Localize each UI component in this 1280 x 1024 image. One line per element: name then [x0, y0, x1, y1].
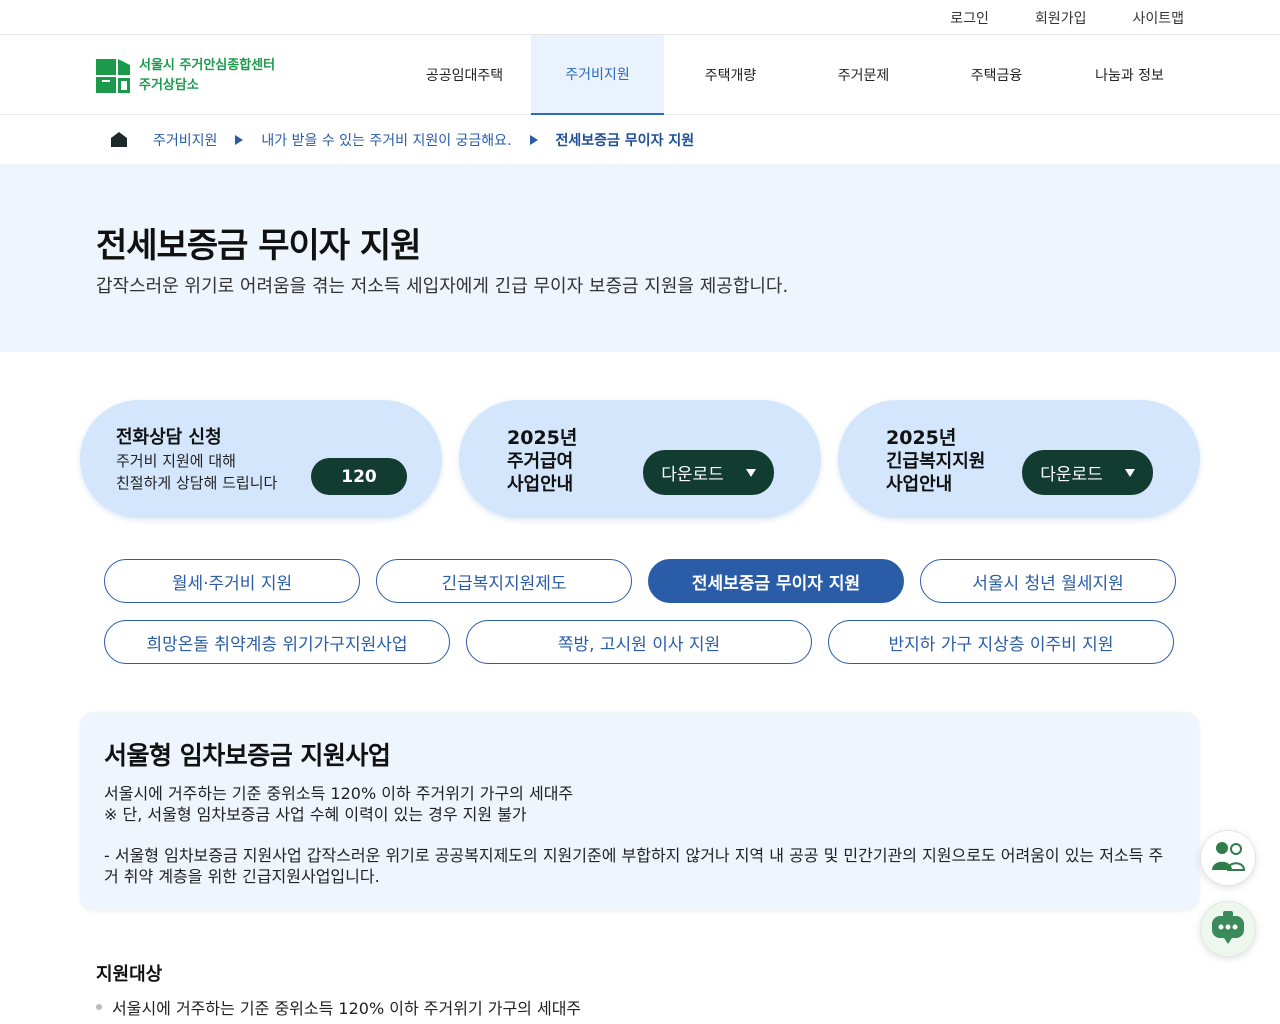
tab-jjokbang-moving[interactable]: 쪽방, 고시원 이사 지원: [466, 620, 812, 664]
support-tabs-row2: 희망온돌 취약계층 위기가구지원사업 쪽방, 고시원 이사 지원 반지하 가구 …: [104, 620, 1174, 664]
breadcrumb: 주거비지원 내가 받을 수 있는 주거비 지원이 궁금해요. 전세보증금 무이자…: [0, 115, 1280, 164]
welfare-support-line2: 사업안내: [886, 474, 953, 495]
site-logo[interactable]: 서울시 주거안심종합센터 주거상담소: [96, 56, 275, 96]
support-tabs-row1: 월세·주거비 지원 긴급복지지원제도 전세보증금 무이자 지원 서울시 청년 월…: [104, 559, 1176, 603]
caret-down-icon: [745, 468, 756, 477]
phone-consult-desc-line1: 주거비 지원에 대해: [116, 452, 236, 470]
list-item: 서울시에 거주하는 기준 중위소득 120% 이하 주거위기 가구의 세대주: [96, 995, 581, 1019]
housing-benefit-line2: 사업안내: [507, 474, 574, 495]
program-summary: - 서울형 임차보증금 지원사업 갑작스러운 위기로 공공복지제도의 지원기준에…: [104, 846, 1164, 886]
welfare-support-card: 2025년 긴급복지지원 사업안내 다운로드: [838, 400, 1200, 518]
page-title: 전세보증금 무이자 지원: [96, 226, 421, 266]
logo-line1: 서울시 주거안심종합센터: [139, 58, 276, 73]
page-description: 갑작스러운 위기로 어려움을 겪는 저소득 세입자에게 긴급 무이자 보증금 지…: [96, 276, 789, 297]
nav-housing-cost[interactable]: 주거비지원: [531, 35, 664, 115]
utility-bar: 로그인 회원가입 사이트맵: [0, 0, 1280, 35]
logo-line2: 주거상담소: [139, 78, 199, 93]
welfare-support-line1: 긴급복지지원: [886, 451, 986, 472]
tab-emergency-welfare[interactable]: 긴급복지지원제도: [376, 559, 632, 603]
chatbot-button[interactable]: [1200, 901, 1256, 957]
housing-benefit-title: 주거급여 사업안내: [507, 450, 573, 496]
logo-text: 서울시 주거안심종합센터 주거상담소: [139, 56, 275, 96]
welfare-support-download-button[interactable]: 다운로드: [1022, 450, 1153, 495]
sitemap-link[interactable]: 사이트맵: [1132, 8, 1184, 28]
phone-consult-title: 전화상담 신청: [116, 427, 222, 448]
nav-share-info[interactable]: 나눔과 정보: [1063, 35, 1196, 115]
welfare-support-year: 2025년: [886, 427, 957, 449]
quick-cards: 전화상담 신청 주거비 지원에 대해 친절하게 상담해 드립니다 120 202…: [80, 400, 1200, 518]
breadcrumb-arrow-icon: [235, 134, 244, 145]
main-nav: 공공임대주택 주거비지원 주택개량 주거문제 주택금융 나눔과 정보: [398, 35, 1196, 115]
breadcrumb-arrow-icon: [529, 134, 538, 145]
bullet-icon: [96, 1004, 102, 1010]
tab-hope-ondol[interactable]: 희망온돌 취약계층 위기가구지원사업: [104, 620, 450, 664]
breadcrumb-level2[interactable]: 내가 받을 수 있는 주거비 지원이 궁금해요.: [261, 130, 511, 150]
signup-link[interactable]: 회원가입: [1035, 8, 1087, 28]
phone-consult-card: 전화상담 신청 주거비 지원에 대해 친절하게 상담해 드립니다 120: [80, 400, 442, 518]
housing-benefit-line1: 주거급여: [507, 451, 574, 472]
download-label: 다운로드: [661, 465, 724, 485]
tab-youth-rent[interactable]: 서울시 청년 월세지원: [920, 559, 1176, 603]
tab-monthly-rent[interactable]: 월세·주거비 지원: [104, 559, 360, 603]
header: 서울시 주거안심종합센터 주거상담소 공공임대주택 주거비지원 주택개량 주거문…: [0, 35, 1280, 115]
nav-housing-finance[interactable]: 주택금융: [930, 35, 1063, 115]
counselor-button[interactable]: [1200, 830, 1256, 886]
utility-links: 로그인 회원가입 사이트맵: [950, 8, 1184, 28]
tab-semi-basement[interactable]: 반지하 가구 지상층 이주비 지원: [828, 620, 1174, 664]
tab-jeonse-deposit[interactable]: 전세보증금 무이자 지원: [648, 559, 904, 603]
hero-banner: 전세보증금 무이자 지원 갑작스러운 위기로 어려움을 겪는 저소득 세입자에게…: [0, 164, 1280, 352]
chatbot-icon: [1208, 908, 1248, 950]
phone-consult-desc-line2: 친절하게 상담해 드립니다: [116, 474, 278, 492]
list-item-text: 서울시에 거주하는 기준 중위소득 120% 이하 주거위기 가구의 세대주: [112, 999, 582, 1018]
section-title-eligibility: 지원대상: [96, 964, 163, 985]
program-eligibility: 서울시에 거주하는 기준 중위소득 120% 이하 주거위기 가구의 세대주: [104, 784, 574, 803]
program-title: 서울형 임차보증금 지원사업: [104, 741, 391, 770]
nav-housing-problem[interactable]: 주거문제: [797, 35, 930, 115]
breadcrumb-current: 전세보증금 무이자 지원: [555, 132, 695, 149]
download-label: 다운로드: [1040, 465, 1103, 485]
login-link[interactable]: 로그인: [950, 8, 989, 28]
program-description: 서울시에 거주하는 기준 중위소득 120% 이하 주거위기 가구의 세대주 ※…: [104, 783, 1174, 887]
caret-down-icon: [1124, 468, 1135, 477]
call-120-button[interactable]: 120: [311, 458, 407, 495]
program-info-box: 서울형 임차보증금 지원사업 서울시에 거주하는 기준 중위소득 120% 이하…: [80, 712, 1199, 910]
nav-house-improve[interactable]: 주택개량: [664, 35, 797, 115]
housing-benefit-year: 2025년: [507, 427, 578, 449]
housing-benefit-download-button[interactable]: 다운로드: [643, 450, 774, 495]
program-note: ※ 단, 서울형 임차보증금 사업 수혜 이력이 있는 경우 지원 불가: [104, 805, 527, 824]
phone-consult-desc: 주거비 지원에 대해 친절하게 상담해 드립니다: [116, 450, 277, 494]
welfare-support-title: 긴급복지지원 사업안내: [886, 450, 985, 496]
logo-icon: [96, 59, 130, 93]
breadcrumb-level1[interactable]: 주거비지원: [153, 130, 217, 150]
nav-public-rental[interactable]: 공공임대주택: [398, 35, 531, 115]
counselor-icon: [1209, 837, 1247, 879]
housing-benefit-card: 2025년 주거급여 사업안내 다운로드: [459, 400, 821, 518]
home-icon[interactable]: [111, 132, 127, 147]
